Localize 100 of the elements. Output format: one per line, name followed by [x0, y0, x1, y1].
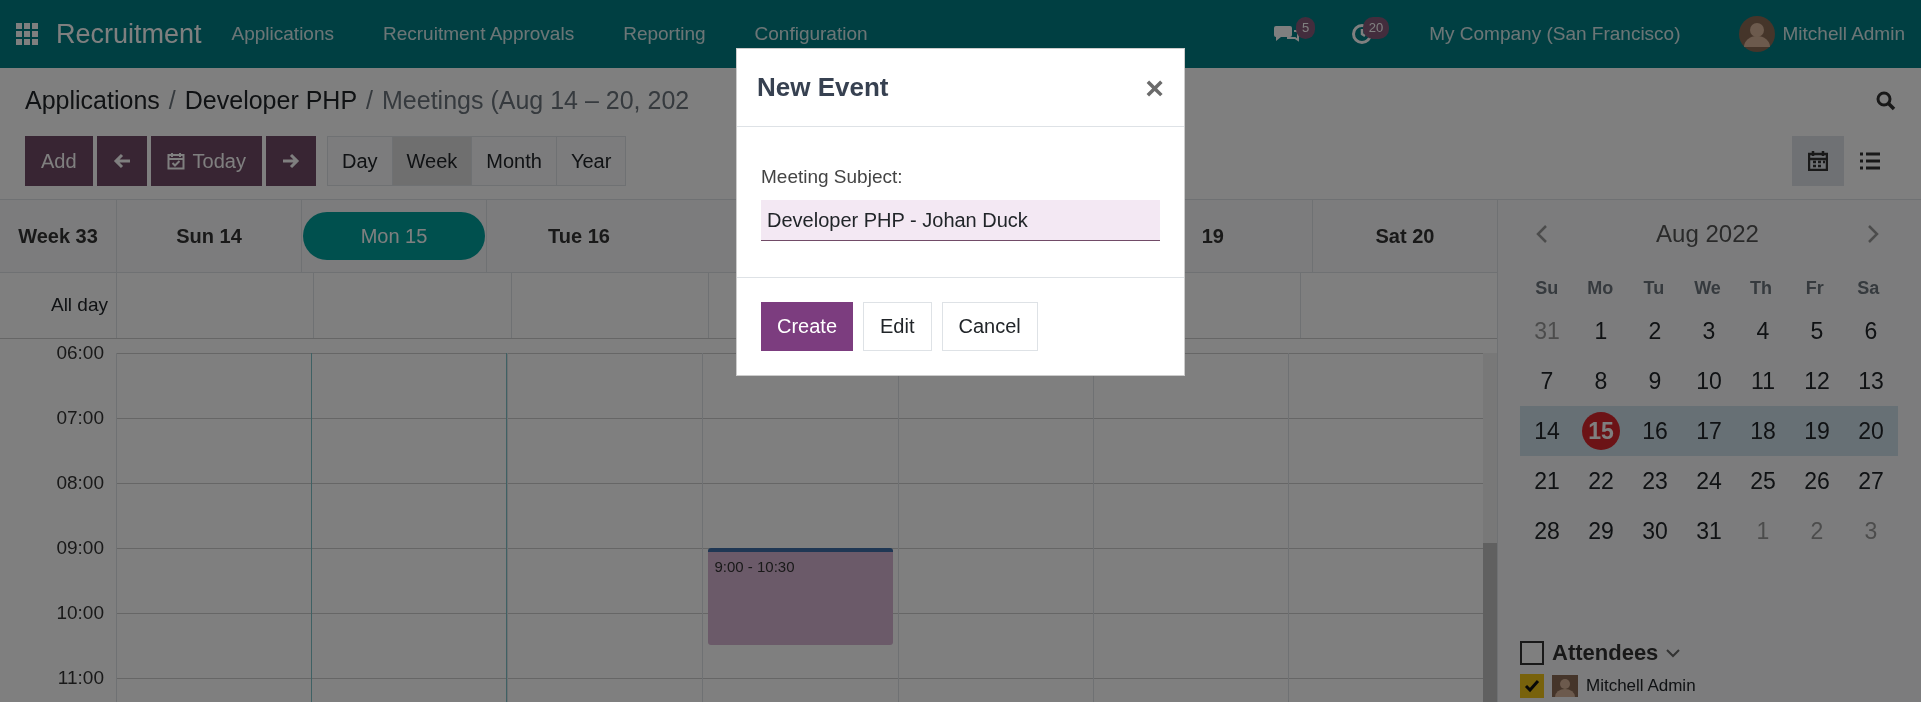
apps-menu-icon[interactable]	[16, 23, 38, 45]
chevron-right-icon[interactable]	[1867, 224, 1879, 244]
weekday-label: Mo	[1587, 276, 1614, 300]
arrow-left-icon	[112, 151, 131, 170]
calendar-date[interactable]: 23	[1642, 463, 1668, 499]
calendar-date[interactable]: 3	[1702, 313, 1716, 349]
day-header[interactable]: 19	[1201, 221, 1224, 251]
scale-tab[interactable]: Day	[326, 135, 393, 186]
calendar-date[interactable]: 21	[1534, 463, 1560, 499]
week-row[interactable]: 14 15 16 17 18 19 20	[1520, 406, 1898, 456]
weekday-label: Fr	[1805, 276, 1824, 300]
calendar-date[interactable]: 25	[1750, 463, 1776, 499]
previous-button[interactable]	[96, 135, 147, 186]
avatar-icon	[1552, 674, 1578, 697]
calendar-date[interactable]: 29	[1588, 513, 1614, 549]
scrollbar-thumb[interactable]	[1483, 543, 1497, 702]
scale-tab[interactable]: Year	[555, 135, 627, 186]
calendar-date[interactable]: 12	[1804, 363, 1830, 399]
calendar-date[interactable]: 20	[1858, 413, 1884, 449]
calendar-date[interactable]: 11	[1751, 363, 1775, 399]
calendar-date[interactable]: 10	[1696, 363, 1722, 399]
day-header[interactable]: Sun 14	[176, 221, 242, 251]
input-field[interactable]: Developer PHP - Johan Duck	[761, 199, 1160, 241]
calendar-date[interactable]: 26	[1804, 463, 1830, 499]
day-header[interactable]: Sat 20	[1375, 221, 1435, 251]
calendar-date[interactable]: 2	[1648, 313, 1662, 349]
week-row[interactable]: 7 8 9 10 11 12 13	[1520, 356, 1898, 406]
dialog-button[interactable]: Cancel	[941, 301, 1038, 351]
menu-item[interactable]: Reporting	[623, 19, 706, 49]
weekday-label: Th	[1750, 276, 1773, 300]
add-button[interactable]: Add	[25, 135, 93, 186]
calendar-date[interactable]: 14	[1534, 413, 1560, 449]
calendar-date[interactable]: 16	[1642, 413, 1668, 449]
calendar-icon	[1808, 150, 1828, 171]
calendar-date[interactable]: 28	[1534, 513, 1560, 549]
today-date[interactable]: 15	[1582, 412, 1620, 450]
dialog-button[interactable]: Edit	[863, 301, 932, 351]
weekday-label: Sa	[1857, 276, 1880, 300]
calendar-date[interactable]: 8	[1594, 363, 1608, 399]
menu-item[interactable]: Applications	[231, 19, 334, 49]
calendar-date[interactable]: 31	[1696, 513, 1722, 549]
calendar-event[interactable]: 9:00 - 10:30	[708, 548, 893, 645]
section-title: Attendees	[1552, 639, 1659, 667]
calendar-date[interactable]: 7	[1540, 363, 1554, 399]
weekday-label: We	[1694, 276, 1721, 300]
calendar-date[interactable]: 24	[1696, 463, 1722, 499]
chevron-left-icon[interactable]	[1536, 224, 1548, 244]
field-label: Meeting Subject:	[761, 165, 904, 189]
breadcrumb-separator: /	[168, 85, 176, 116]
arrow-right-icon	[281, 151, 300, 170]
calendar-date[interactable]: 1	[1594, 313, 1608, 349]
menu-item[interactable]: Recruitment Approvals	[383, 19, 575, 49]
month-title: Aug 2022	[1656, 219, 1759, 249]
checkbox[interactable]	[1520, 640, 1544, 665]
chat-icon[interactable]	[1273, 23, 1300, 45]
calendar-date[interactable]: 19	[1804, 413, 1830, 449]
calendar-date[interactable]: 13	[1858, 363, 1884, 399]
user-menu[interactable]: Mitchell Admin	[1782, 19, 1905, 49]
calendar-date[interactable]: 9	[1648, 363, 1662, 399]
avatar-icon[interactable]	[1738, 16, 1775, 52]
scale-tab[interactable]: Month	[471, 135, 557, 186]
breadcrumb-link[interactable]: Applications	[25, 82, 160, 120]
time-label: 10:00	[56, 600, 104, 625]
time-label: 07:00	[56, 405, 104, 430]
search-icon[interactable]	[1876, 90, 1896, 111]
calendar-date[interactable]: 4	[1756, 313, 1770, 349]
week-number: Week 33	[18, 224, 98, 249]
check-icon	[1524, 678, 1540, 693]
calendar-date[interactable]: 22	[1588, 463, 1614, 499]
chevron-down-icon[interactable]	[1666, 647, 1681, 658]
calendar-check-icon	[166, 151, 185, 170]
calendar-date[interactable]: 27	[1858, 463, 1884, 499]
list-icon	[1860, 151, 1880, 170]
attendee-name: Mitchell Admin	[1586, 675, 1696, 697]
dialog-title: New Event	[757, 71, 889, 104]
day-header[interactable]: Tue 16	[548, 221, 610, 251]
day-header[interactable]: Mon 15	[302, 212, 486, 260]
calendar-date[interactable]: 5	[1810, 313, 1824, 349]
breadcrumb-separator: /	[366, 85, 374, 116]
today-button[interactable]: Today	[150, 135, 262, 186]
company-switcher[interactable]: My Company (San Francisco)	[1429, 19, 1681, 49]
week-row[interactable]: 21 22 23 24 25 26 27	[1520, 456, 1898, 506]
calendar-date[interactable]: 18	[1750, 413, 1776, 449]
scale-tab[interactable]: Week	[391, 135, 473, 186]
calendar-date[interactable]: 17	[1696, 413, 1722, 449]
weekday-label: Tu	[1643, 276, 1665, 300]
calendar-date[interactable]: 30	[1642, 513, 1668, 549]
next-button[interactable]	[265, 135, 316, 186]
all-day-label: All day	[50, 293, 108, 318]
time-label: 11:00	[57, 665, 104, 690]
breadcrumb-current: Meetings (Aug 14 – 20, 202	[382, 85, 690, 116]
calendar-date[interactable]: 6	[1864, 313, 1878, 349]
breadcrumb-link[interactable]: Developer PHP	[184, 82, 358, 120]
create-button[interactable]: Create	[761, 301, 854, 351]
menu-item[interactable]: Configuration	[754, 19, 868, 49]
notification-badge: 20	[1362, 17, 1390, 39]
calendar-view-button[interactable]	[1792, 135, 1844, 186]
notification-badge: 5	[1295, 17, 1316, 39]
close-button[interactable]: ×	[1145, 71, 1164, 104]
time-label: 08:00	[56, 470, 104, 495]
